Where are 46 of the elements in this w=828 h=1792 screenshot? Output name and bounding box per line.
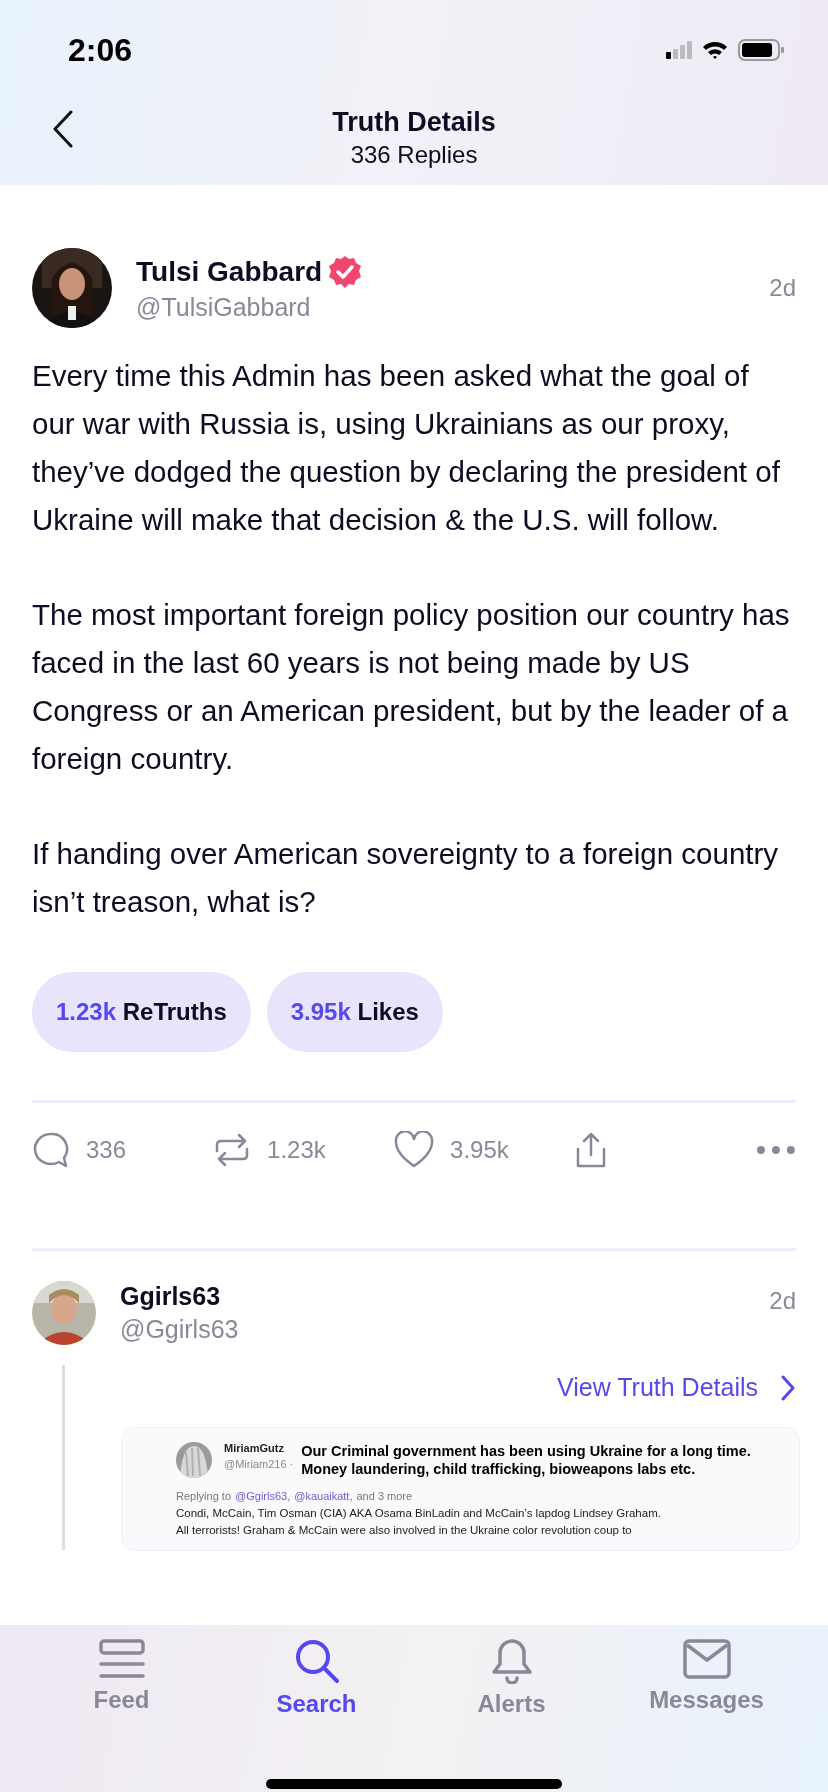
embedded-headline: Money laundering, child trafficking, bioweapons labs etc. bbox=[301, 1460, 697, 1478]
stat-pill[interactable]: 3.95k Likes bbox=[266, 972, 443, 1052]
wifi-icon bbox=[702, 40, 728, 60]
post-time: 2d bbox=[769, 1287, 796, 1315]
author-handle[interactable]: @TulsiGabbard bbox=[136, 292, 770, 322]
embedded-headline: Our Criminal government has been using Ukraine for a long time. bbox=[301, 1442, 751, 1460]
back-icon[interactable] bbox=[52, 110, 74, 148]
embedded-screenshot[interactable] bbox=[122, 1428, 799, 1550]
post-paragraph: If handing over American sovereignty to a foreign country isn’t treason, what is? bbox=[32, 836, 780, 920]
replying-to-label: Replying to bbox=[176, 1490, 232, 1502]
more-icon[interactable] bbox=[756, 1145, 796, 1155]
tab-bar-item[interactable]: Messages bbox=[616, 1637, 797, 1729]
bell-icon bbox=[490, 1638, 533, 1684]
tab-bar-item[interactable]: Feed bbox=[31, 1637, 212, 1729]
tab-bar-item[interactable]: Alerts bbox=[421, 1637, 602, 1729]
reply-count: 336 Replies bbox=[350, 141, 478, 169]
embedded-body-line: Condi, McCain, Tim Osman (CIA) AKA Osama BinLadin and McCain’s lapdog Lindsey Graham. bbox=[176, 1507, 662, 1519]
mail-icon bbox=[681, 1638, 732, 1680]
status-time: 2:06 bbox=[68, 31, 133, 69]
share-icon[interactable] bbox=[575, 1131, 608, 1169]
post-paragraph: The most important foreign policy position our country has faced in the last 60 years is not being made by US Congress or an American president, but by the leader of a foreign country. bbox=[32, 597, 791, 777]
chevron-right-icon[interactable] bbox=[780, 1373, 796, 1402]
embedded-body-line: All terrorists! Graham & McCain were also involved in the Ukraine color revolution coup to bbox=[176, 1524, 633, 1536]
feed-icon bbox=[97, 1638, 146, 1680]
mention-link: @kauaikatt, bbox=[294, 1490, 353, 1502]
battery-icon bbox=[738, 39, 784, 61]
author-name[interactable]: Tulsi Gabbard bbox=[136, 255, 323, 288]
page-title: Truth Details bbox=[332, 107, 496, 138]
post-paragraph: Every time this Admin has been asked what the goal of our war with Russia is, using Ukrainians as our proxy, they’ve dodged the question by declaring the president of Ukraine will make that decision & the U.S. will follow. bbox=[32, 358, 781, 538]
author-name[interactable]: Ggirls63 bbox=[120, 1282, 770, 1311]
replying-more-label: and 3 more bbox=[356, 1490, 413, 1502]
search-icon bbox=[293, 1638, 340, 1684]
post-time: 2d bbox=[769, 274, 796, 302]
action-count: 1.23k bbox=[267, 1136, 326, 1164]
tab-bar-item[interactable]: Search bbox=[226, 1637, 407, 1729]
view-details-link[interactable]: View Truth Details bbox=[557, 1373, 758, 1402]
comment-icon[interactable] bbox=[32, 1131, 70, 1169]
author-handle[interactable]: @Ggirls63 bbox=[120, 1315, 770, 1344]
embedded-author-name: MiriamGutz bbox=[224, 1442, 285, 1454]
signal-icon bbox=[666, 41, 692, 59]
embedded-author-handle: @Miriam216 · bbox=[224, 1458, 294, 1470]
stat-pill[interactable]: 1.23k ReTruths bbox=[32, 972, 251, 1052]
heart-icon[interactable] bbox=[394, 1131, 435, 1169]
mention-link: @Ggirls63, bbox=[235, 1490, 291, 1502]
action-count: 336 bbox=[86, 1136, 127, 1164]
action-count: 3.95k bbox=[450, 1136, 509, 1164]
